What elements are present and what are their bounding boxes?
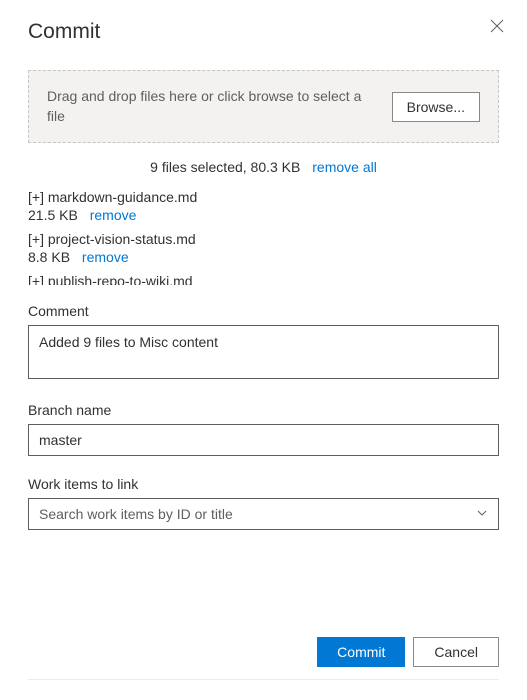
file-name: [+] publish-repo-to-wiki.md [28, 273, 493, 285]
file-name: [+] markdown-guidance.md [28, 189, 493, 205]
comment-input[interactable]: Added 9 files to Misc content [28, 325, 499, 379]
workitems-field-group: Work items to link Search work items by … [28, 476, 499, 530]
file-size: 21.5 KB [28, 207, 78, 223]
workitems-label: Work items to link [28, 476, 499, 492]
files-summary: 9 files selected, 80.3 KB remove all [28, 159, 499, 175]
comment-label: Comment [28, 303, 499, 319]
chevron-down-icon [476, 506, 488, 522]
cancel-button[interactable]: Cancel [413, 637, 499, 667]
file-size: 8.8 KB [28, 249, 70, 265]
close-icon[interactable] [489, 18, 505, 34]
file-item: [+] project-vision-status.md 8.8 KB remo… [28, 231, 493, 265]
files-summary-text: 9 files selected, 80.3 KB [150, 159, 300, 175]
dialog-title: Commit [28, 20, 499, 44]
file-item: [+] markdown-guidance.md 21.5 KB remove [28, 189, 493, 223]
file-name: [+] project-vision-status.md [28, 231, 493, 247]
remove-all-link[interactable]: remove all [312, 159, 377, 175]
dropzone-text: Drag and drop files here or click browse… [47, 87, 376, 126]
workitems-placeholder: Search work items by ID or title [39, 506, 233, 522]
file-list[interactable]: [+] markdown-guidance.md 21.5 KB remove … [28, 189, 499, 285]
remove-file-link[interactable]: remove [90, 207, 137, 223]
remove-file-link[interactable]: remove [82, 249, 129, 265]
branch-input[interactable] [28, 424, 499, 456]
branch-label: Branch name [28, 402, 499, 418]
browse-button[interactable]: Browse... [392, 92, 480, 122]
file-dropzone[interactable]: Drag and drop files here or click browse… [28, 70, 499, 143]
file-item: [+] publish-repo-to-wiki.md [28, 273, 493, 285]
commit-dialog: Commit Drag and drop files here or click… [0, 0, 527, 700]
workitems-dropdown[interactable]: Search work items by ID or title [28, 498, 499, 530]
dialog-footer: Commit Cancel [28, 617, 499, 680]
branch-field-group: Branch name [28, 402, 499, 456]
comment-field-group: Comment Added 9 files to Misc content [28, 303, 499, 382]
commit-button[interactable]: Commit [317, 637, 405, 667]
